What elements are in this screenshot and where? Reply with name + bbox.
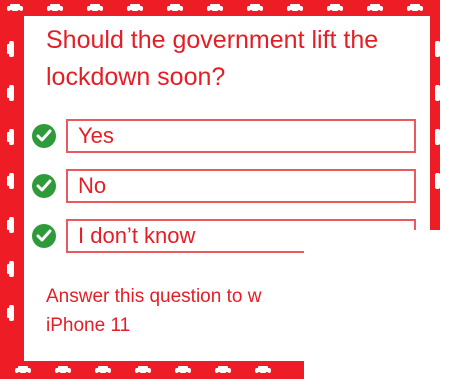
car-icon [55, 366, 71, 375]
check-circle-icon [32, 174, 56, 198]
car-icon [167, 4, 183, 13]
car-icon [175, 366, 191, 375]
check-circle-icon [32, 124, 56, 148]
poll-option-no[interactable]: No [32, 169, 416, 203]
poll-question: Should the government lift the lockdown … [46, 26, 379, 91]
occluding-overlay [304, 230, 454, 379]
car-icon [47, 4, 63, 13]
option-label: No [66, 169, 416, 203]
car-icon [435, 129, 440, 145]
car-icon [127, 4, 143, 13]
car-icon [135, 366, 151, 375]
car-icon [7, 129, 14, 145]
car-icon [215, 366, 231, 375]
car-icon [327, 4, 343, 13]
poll-option-yes[interactable]: Yes [32, 119, 416, 153]
cta-line-2: iPhone 11 [46, 315, 131, 336]
car-icon [95, 366, 111, 375]
car-icon [87, 4, 103, 13]
cta-line-1: Answer this question to w [46, 286, 262, 307]
car-icon [7, 305, 14, 321]
car-icon [15, 366, 31, 375]
car-icon [7, 85, 14, 101]
car-icon [367, 4, 383, 13]
car-pattern-bottom [0, 361, 304, 379]
car-icon [407, 4, 423, 13]
car-icon [7, 4, 23, 13]
car-icon [287, 4, 303, 13]
check-circle-icon [32, 224, 56, 248]
car-icon [247, 4, 263, 13]
car-pattern-top [6, 3, 424, 13]
car-pattern-left [7, 40, 17, 322]
cta-text: Answer this question to w iPhone 11 [46, 282, 304, 340]
car-icon [207, 4, 223, 13]
option-label: Yes [66, 119, 416, 153]
car-icon [7, 173, 14, 189]
car-icon [255, 366, 271, 375]
car-icon [7, 261, 14, 277]
car-icon [7, 41, 14, 57]
car-icon [435, 173, 440, 189]
car-icon [7, 217, 14, 233]
